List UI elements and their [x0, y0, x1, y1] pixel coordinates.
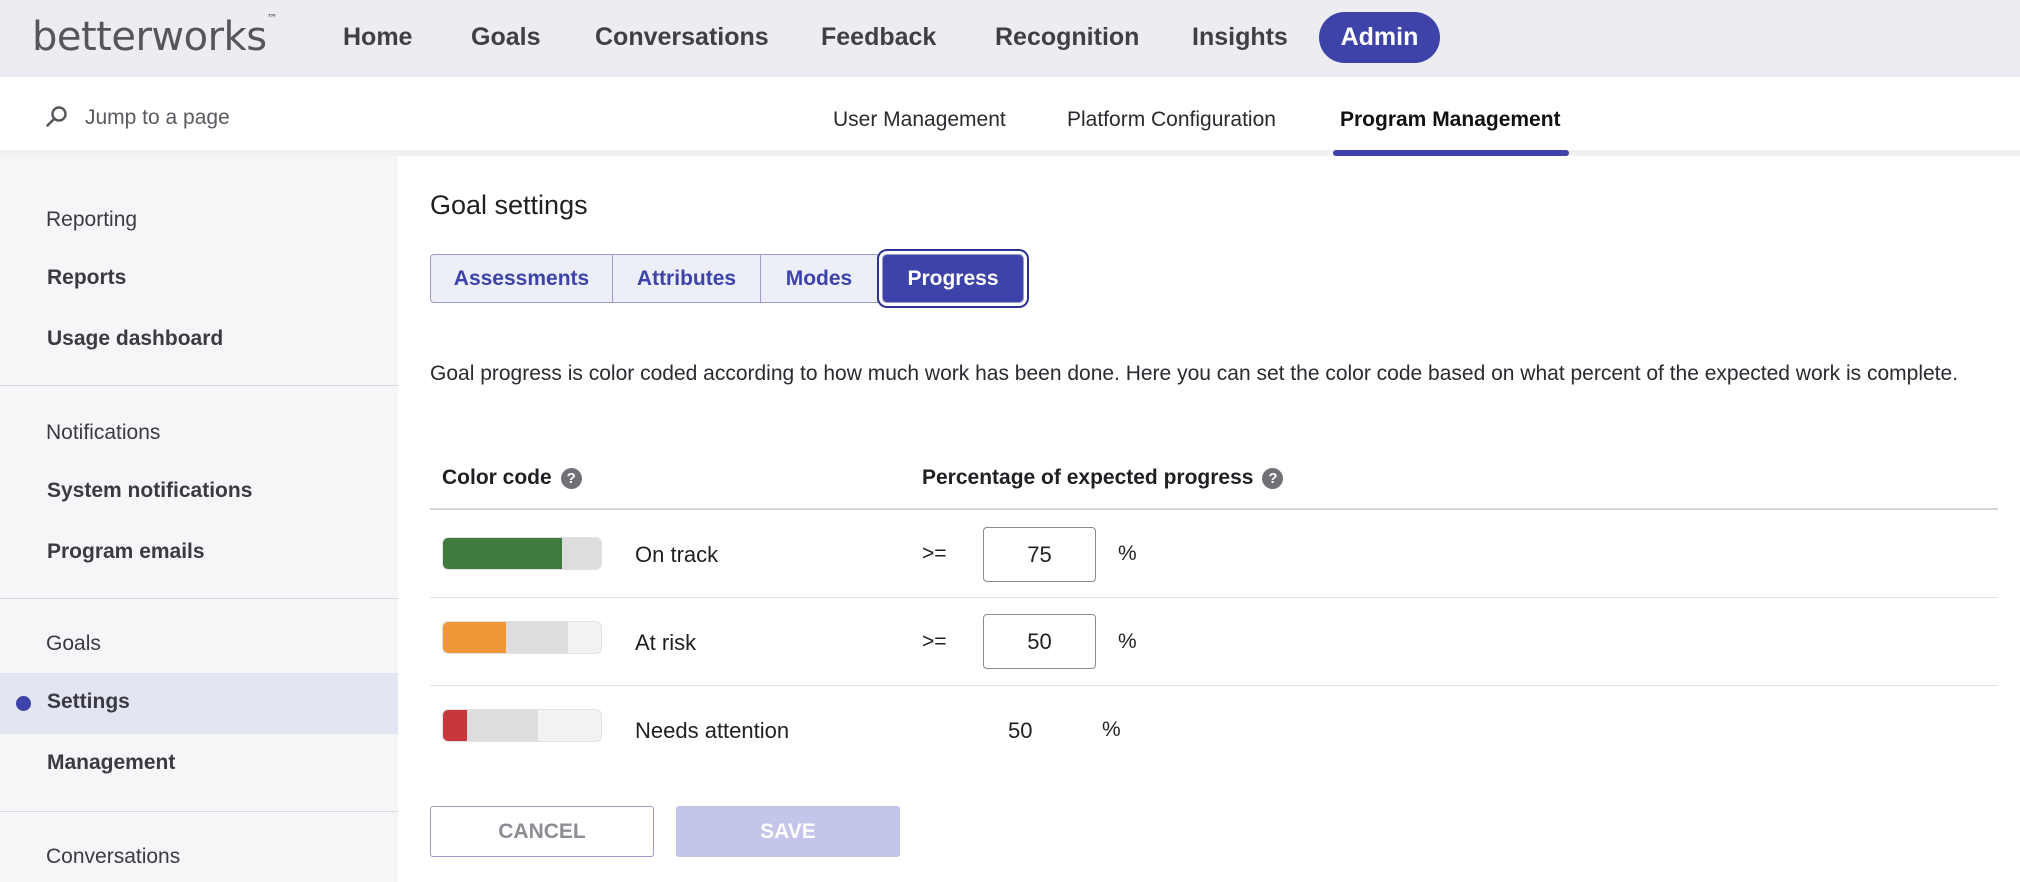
progress-bar-on-track [442, 537, 602, 570]
progress-bar-at-risk [442, 621, 602, 654]
nav-insights[interactable]: Insights [1192, 20, 1288, 54]
percent-unit: % [1118, 542, 1137, 565]
active-dot-icon [16, 696, 31, 711]
sidebar-item-management[interactable]: Management [47, 751, 175, 775]
sub-nav: User Management Platform Configuration P… [0, 77, 2020, 156]
active-tab-indicator [1333, 150, 1569, 156]
sidebar-item-settings[interactable]: Settings [47, 690, 130, 714]
save-button[interactable]: SAVE [676, 806, 900, 857]
column-header-percentage: Percentage of expected progress ? [922, 466, 1284, 490]
cancel-button[interactable]: CANCEL [430, 806, 654, 857]
tab-platform-configuration[interactable]: Platform Configuration [1067, 107, 1276, 133]
table-header-divider [430, 508, 1998, 510]
column-header-label: Percentage of expected progress [922, 466, 1254, 489]
sidebar-item-system-notifications[interactable]: System notifications [47, 479, 252, 503]
nav-goals[interactable]: Goals [471, 20, 540, 54]
tab-progress[interactable]: Progress [882, 254, 1024, 303]
tab-modes[interactable]: Modes [760, 254, 878, 303]
row-divider [430, 597, 1998, 598]
nav-home[interactable]: Home [343, 20, 412, 54]
sidebar-item-usage-dashboard[interactable]: Usage dashboard [47, 327, 223, 351]
goal-settings-tabs: Assessments Attributes Modes Progress [430, 254, 1024, 303]
sidebar-divider [0, 385, 398, 386]
column-header-color-code: Color code ? [442, 466, 582, 490]
needs-attention-value: 50 [1008, 718, 1033, 743]
sidebar-item-reports[interactable]: Reports [47, 266, 126, 290]
tab-assessments[interactable]: Assessments [430, 254, 613, 303]
sidebar-section-goals: Goals [46, 632, 101, 655]
row-label-needs-attention: Needs attention [635, 718, 790, 743]
on-track-threshold-input[interactable] [983, 527, 1096, 582]
sidebar: Reporting Reports Usage dashboard Notifi… [0, 156, 398, 882]
percent-unit: % [1118, 630, 1137, 653]
progress-description: Goal progress is color coded according t… [430, 362, 1959, 385]
nav-feedback[interactable]: Feedback [821, 20, 936, 54]
sidebar-divider [0, 811, 398, 812]
search-icon [46, 106, 67, 127]
row-label-at-risk: At risk [635, 630, 697, 655]
sidebar-section-notifications: Notifications [46, 421, 161, 444]
betterworks-logo[interactable]: betterworks™ [32, 12, 278, 60]
at-risk-threshold-input[interactable] [983, 614, 1096, 669]
row-divider [430, 685, 1998, 686]
page-search [45, 103, 365, 133]
top-nav: betterworks™ Home Goals Conversations Fe… [0, 0, 2020, 77]
tab-program-management[interactable]: Program Management [1340, 107, 1561, 133]
page-title: Goal settings [430, 190, 588, 220]
help-icon[interactable]: ? [560, 467, 582, 489]
operator: >= [922, 542, 947, 565]
operator: >= [922, 630, 947, 653]
nav-admin[interactable]: Admin [1319, 12, 1440, 63]
sidebar-section-reporting: Reporting [46, 208, 138, 231]
sidebar-section-conversations: Conversations [46, 845, 181, 868]
percent-unit: % [1102, 718, 1121, 741]
row-label-on-track: On track [635, 542, 719, 567]
search-input[interactable] [85, 103, 355, 133]
sidebar-item-program-emails[interactable]: Program emails [47, 540, 205, 564]
column-header-label: Color code [442, 466, 552, 489]
tab-attributes[interactable]: Attributes [612, 254, 761, 303]
nav-recognition[interactable]: Recognition [995, 20, 1139, 54]
help-icon[interactable]: ? [1262, 467, 1284, 489]
tab-user-management[interactable]: User Management [833, 107, 1006, 133]
progress-bar-needs-attention [442, 709, 602, 742]
sidebar-divider [0, 598, 398, 599]
nav-conversations[interactable]: Conversations [595, 20, 769, 54]
